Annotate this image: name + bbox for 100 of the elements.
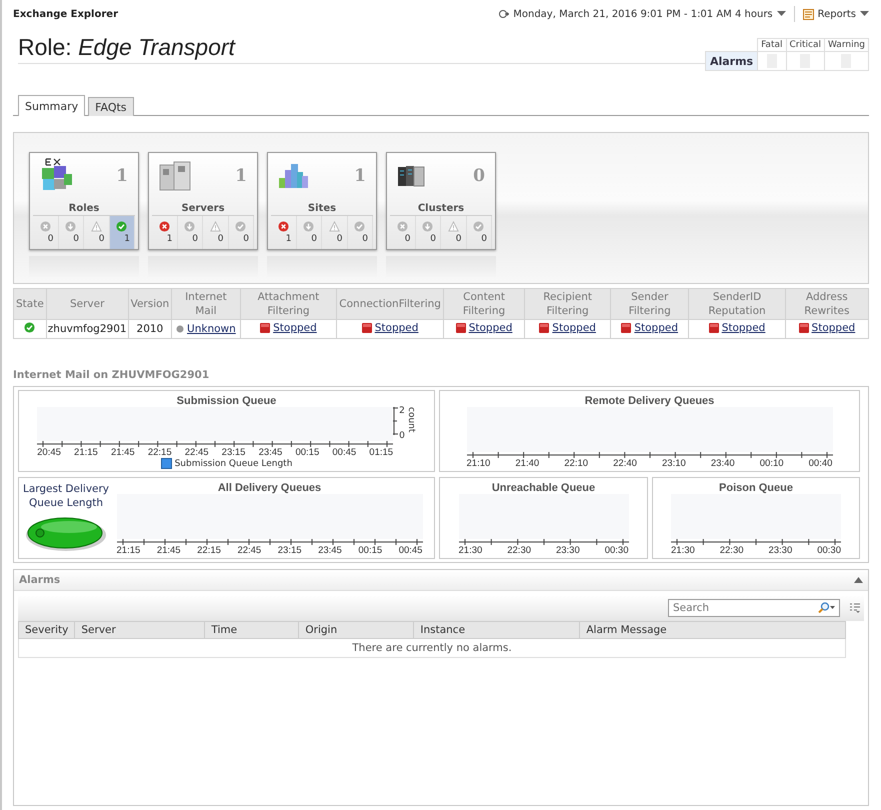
warning-icon (448, 221, 459, 232)
axis-label: 00:45 (332, 447, 356, 458)
column-header[interactable]: Origin (298, 622, 414, 638)
axis-label: 21:45 (110, 447, 135, 458)
status-count-cell[interactable]: 1 (152, 216, 178, 249)
tile-count: 1 (235, 166, 247, 186)
y-axis (393, 407, 398, 435)
status-count-cell[interactable]: 0 (33, 216, 58, 249)
status-count-cell[interactable]: 0 (203, 216, 228, 249)
tile-count: 1 (354, 166, 366, 186)
column-header[interactable]: Instance (414, 622, 580, 638)
status-count-cell[interactable]: 0 (441, 216, 466, 249)
chart-title: Submission Queue (176, 395, 276, 407)
tab[interactable]: Summary (18, 95, 86, 116)
status-count-cell[interactable]: 0 (296, 216, 322, 249)
error-icon (158, 221, 170, 232)
column-header: Fatal (758, 38, 786, 52)
axis-label: 22:30 (507, 545, 532, 556)
column-header: Warning (824, 38, 868, 52)
column-options-icon[interactable] (850, 603, 860, 613)
arrow-down-icon (422, 221, 434, 232)
axis-label: 21:10 (466, 458, 490, 469)
axis-label: 22:30 (720, 545, 744, 556)
tile-count: 1 (116, 166, 128, 186)
table-cell: zhuvmfog2901 (46, 320, 128, 338)
summary-tile[interactable]: 0 Clusters 0 0 0 0 (386, 152, 496, 250)
check-icon (235, 221, 246, 232)
status-count-cell[interactable]: 0 (466, 216, 492, 249)
chart-title: Poison Queue (719, 482, 793, 494)
clock-icon (499, 9, 510, 19)
column-header[interactable]: Time (204, 622, 299, 638)
axis-label: 21:15 (116, 545, 140, 556)
legend-swatch (160, 458, 172, 469)
warning-icon (328, 221, 340, 232)
report-icon (802, 8, 814, 20)
status-count-cell[interactable]: 0 (58, 216, 84, 249)
axis-label: 23:10 (662, 458, 686, 469)
summary-tile[interactable]: 1 Sites 1 0 0 0 (267, 152, 377, 250)
axis-title: count (406, 407, 416, 434)
column-header: Recipient Filtering (524, 288, 611, 320)
page-title: Role: Edge Transport (18, 34, 705, 64)
axis-label: 22:45 (237, 545, 262, 556)
column-header: Address Rewrites (785, 288, 868, 320)
row-header: Alarms (705, 52, 758, 70)
warning-icon (210, 221, 221, 232)
axis-label: 22:45 (184, 447, 209, 458)
status-count-cell[interactable]: 1 (271, 216, 296, 249)
chart-title: All Delivery Queues (218, 482, 322, 494)
column-header: ConnectionFiltering (336, 288, 444, 320)
reports-button[interactable]: Reports (802, 8, 869, 20)
axis-label: 00:45 (398, 545, 422, 556)
search-icon (818, 602, 836, 613)
tab[interactable]: FAQts (88, 97, 134, 116)
tile-label: Clusters (390, 203, 492, 216)
axis-label: 23:40 (710, 458, 735, 469)
caret-icon (776, 11, 786, 17)
axis-label: 21:30 (671, 545, 695, 556)
axis-label: 21:30 (458, 545, 482, 556)
axis-label: 22:15 (197, 545, 221, 556)
status-count-cell[interactable]: 1 (110, 216, 135, 249)
axis-label: 00:40 (808, 458, 832, 469)
column-header[interactable]: Alarm Message (580, 622, 846, 638)
status-count-cell[interactable]: 0 (416, 216, 441, 249)
axis-label: 2 (399, 407, 405, 416)
status-count-cell[interactable]: 0 (178, 216, 203, 249)
column-header[interactable]: Server (74, 622, 205, 638)
column-header: Sender Filtering (610, 288, 689, 320)
status-count-cell[interactable]: 0 (228, 216, 254, 249)
column-header: Critical (786, 38, 824, 52)
collapse-icon[interactable] (854, 577, 863, 583)
buildings-icon (278, 162, 310, 190)
arrow-down-icon (184, 221, 196, 232)
check-icon (354, 221, 366, 232)
axis-label: 23:30 (768, 545, 792, 556)
column-header: SenderID Reputation (688, 288, 786, 320)
axis-label: 21:15 (74, 447, 98, 458)
axis-label: 23:45 (318, 545, 342, 556)
column-header[interactable]: Severity (18, 622, 75, 638)
axis-label: 00:15 (295, 447, 320, 458)
axis-label: 22:40 (613, 458, 637, 469)
table-cell: 2010 (128, 320, 172, 338)
search-field[interactable]: Search (668, 599, 840, 617)
axis-label: 20:45 (37, 447, 61, 458)
time-range-dropdown[interactable]: Monday, March 21, 2016 9:01 PM - 1:01 AM 4 hours (499, 8, 786, 20)
chart-title: Unreachable Queue (492, 482, 596, 494)
column-header: State (14, 288, 46, 320)
tile-label: Servers (152, 203, 254, 216)
status-count-cell[interactable]: 0 (348, 216, 373, 249)
column-header: Version (128, 288, 172, 320)
column-header: Internet Mail (172, 288, 240, 320)
check-icon (116, 221, 128, 232)
axis-label: 23:45 (258, 447, 282, 458)
status-count-cell[interactable]: 0 (322, 216, 348, 249)
status-count-cell[interactable]: 0 (390, 216, 416, 249)
chart-title: Remote Delivery Queues (584, 395, 714, 407)
axis-label: 00:30 (604, 545, 628, 556)
summary-tile[interactable]: 1 Servers 1 0 0 0 (148, 152, 258, 250)
error-icon (396, 221, 408, 232)
summary-tile[interactable]: 1 Roles 0 0 0 1 (29, 152, 139, 250)
tile-count: 0 (473, 166, 485, 186)
